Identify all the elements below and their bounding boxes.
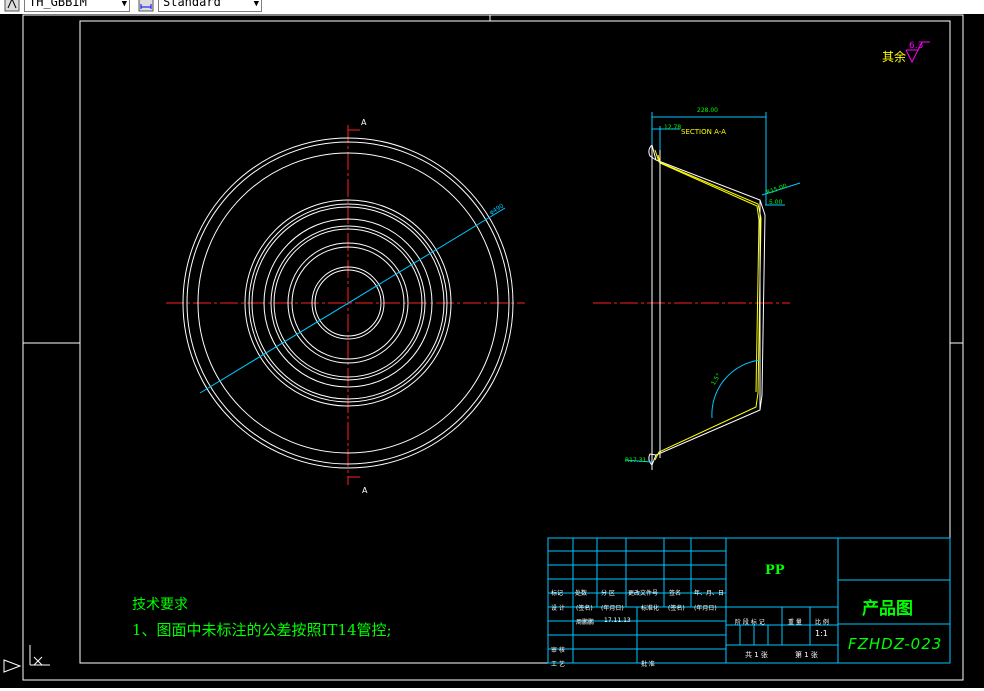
row-header-1: 处数 xyxy=(575,590,588,597)
stage-header-1: 重 量 xyxy=(788,619,802,626)
dim-5: 5.00 xyxy=(769,199,783,206)
dim-top-width: 228.00 xyxy=(697,107,718,114)
row-header-3: 更改文件号 xyxy=(628,590,659,597)
drawing-canvas[interactable]: A A φ490 SECTION A-A 228.00 12.78 R15.00… xyxy=(0,14,984,691)
section-label-bottom: A xyxy=(362,486,368,495)
cad-drawing xyxy=(0,14,984,691)
approve-label: 批 准 xyxy=(641,661,655,668)
roughness-value: 6.3 xyxy=(909,41,924,51)
notes-title: 技术要求 xyxy=(132,597,188,613)
design-label: 设 计 xyxy=(551,605,565,612)
chevron-down-icon: ▼ xyxy=(121,0,127,9)
section-view xyxy=(648,140,766,470)
product-name: 产品图 xyxy=(862,599,913,619)
toolbar: TH_GBBIM ▼ Standard ▼ xyxy=(0,0,984,14)
row-header-5: 年、月、日 xyxy=(694,590,725,597)
stage-header-0: 阶 段 标 记 xyxy=(735,619,765,626)
text-style-icon[interactable] xyxy=(4,0,20,12)
row-header-2: 分 区 xyxy=(601,590,615,597)
section-label-top: A xyxy=(361,118,367,127)
check-label: 审 核 xyxy=(551,647,565,654)
row-header-0: 标记 xyxy=(551,590,564,597)
ucs-icon xyxy=(3,645,50,673)
design-sign: (签名) xyxy=(576,605,593,612)
std-date: (年月日) xyxy=(694,605,717,612)
diameter-leader xyxy=(199,207,506,394)
drawing-frame xyxy=(22,14,964,681)
designer-name: 周鹏鹏 xyxy=(576,619,595,626)
text-style-value: TH_GBBIM xyxy=(29,0,87,9)
std-label: 标准化 xyxy=(641,605,660,612)
row-header-4: 签名 xyxy=(669,590,682,597)
std-sign: (签名) xyxy=(668,605,685,612)
design-date: (年月日) xyxy=(601,605,624,612)
drawing-number: FZHDZ-023 xyxy=(848,635,943,653)
sheet-total: 共 1 张 xyxy=(745,651,768,659)
dim-r17: R17.31 xyxy=(625,457,647,464)
design-date-value: 17.11.13 xyxy=(604,617,631,624)
scale-value: 1:1 xyxy=(815,629,828,638)
stage-header-2: 比 例 xyxy=(815,619,829,626)
chevron-down-icon: ▼ xyxy=(253,0,259,9)
section-title: SECTION A-A xyxy=(681,128,726,136)
roughness-prefix: 其余 xyxy=(882,50,907,64)
sheet-no: 第 1 张 xyxy=(795,651,818,659)
dimension-lines xyxy=(624,112,801,463)
dim-small-top: 12.78 xyxy=(664,124,682,131)
dim-style-icon[interactable] xyxy=(138,0,154,12)
text-style-combo[interactable]: TH_GBBIM ▼ xyxy=(24,0,130,12)
dim-style-value: Standard xyxy=(163,0,221,9)
material-label: PP xyxy=(765,563,785,578)
process-label: 工 艺 xyxy=(551,661,565,668)
dim-style-combo[interactable]: Standard ▼ xyxy=(158,0,262,12)
notes-line1: 1、图面中未标注的公差按照IT14管控; xyxy=(132,621,392,639)
